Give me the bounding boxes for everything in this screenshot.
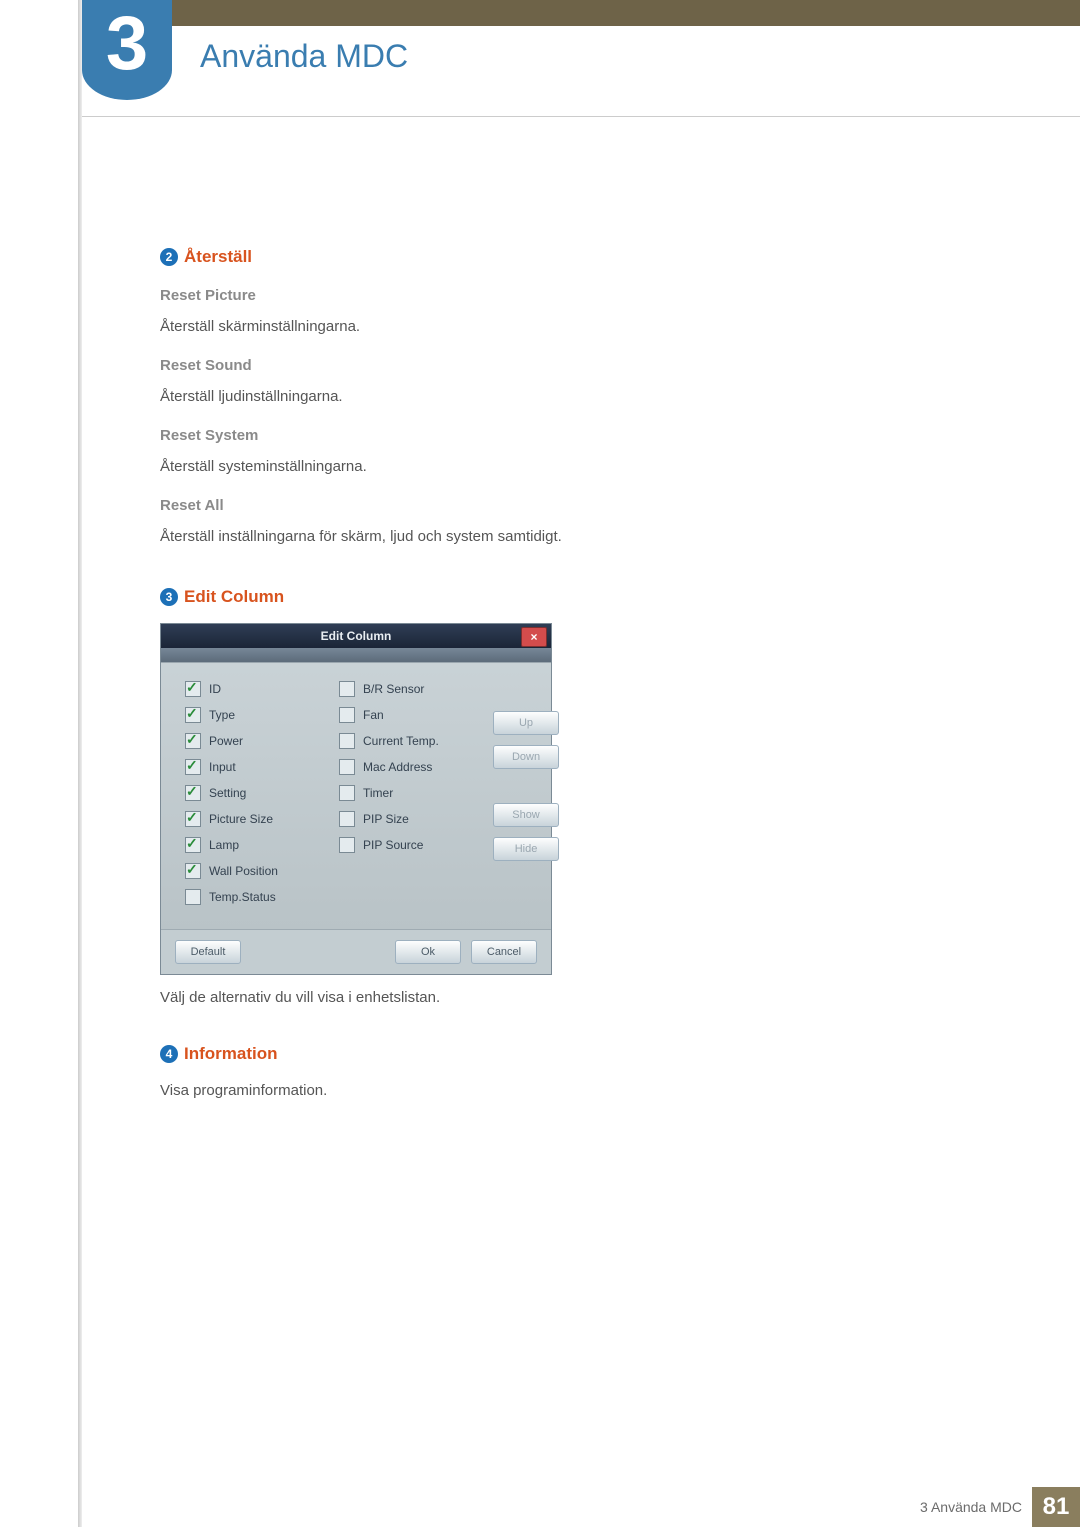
page-number: 81 [1032,1487,1080,1527]
chk-label: Current Temp. [363,734,439,748]
chk-label: PIP Size [363,812,409,826]
chk-picture-size[interactable]: Picture Size [185,811,315,827]
section-edit-title: Edit Column [184,587,284,607]
chk-label: Lamp [209,838,239,852]
chk-label: Timer [363,786,393,800]
chk-label: PIP Source [363,838,423,852]
left-margin-rule [78,0,82,1527]
cancel-button[interactable]: Cancel [471,940,537,964]
checkbox-icon [339,707,355,723]
checkbox-col-2: B/R Sensor Fan Current Temp. Mac Address… [339,681,469,905]
chk-pip-size[interactable]: PIP Size [339,811,469,827]
chk-temp-status[interactable]: Temp.Status [185,889,315,905]
reset-picture-h: Reset Picture [160,287,960,304]
reset-system-p: Återställ systeminställningarna. [160,456,960,477]
checkbox-icon [185,759,201,775]
chk-label: Wall Position [209,864,278,878]
reset-sound-h: Reset Sound [160,357,960,374]
checkbox-icon [339,785,355,801]
chk-type[interactable]: Type [185,707,315,723]
reset-sound-p: Återställ ljudinställningarna. [160,386,960,407]
chk-input[interactable]: Input [185,759,315,775]
chk-label: Fan [363,708,384,722]
badge-2: 2 [160,248,178,266]
chk-label: Mac Address [363,760,432,774]
chk-label: Type [209,708,235,722]
dialog-body: ID Type Power Input Setting Picture Size… [161,663,551,929]
badge-4: 4 [160,1045,178,1063]
section-info-head: 4 Information [160,1044,960,1064]
chk-lamp[interactable]: Lamp [185,837,315,853]
chk-mac-address[interactable]: Mac Address [339,759,469,775]
section-info-p: Visa programinformation. [160,1080,960,1101]
top-color-bar [82,0,1080,26]
chk-timer[interactable]: Timer [339,785,469,801]
chk-power[interactable]: Power [185,733,315,749]
hide-button[interactable]: Hide [493,837,559,861]
checkbox-icon [185,863,201,879]
chk-label: Power [209,734,243,748]
reset-picture-p: Återställ skärminställningarna. [160,316,960,337]
chk-label: Input [209,760,236,774]
chk-fan[interactable]: Fan [339,707,469,723]
checkbox-icon [339,811,355,827]
reset-all-h: Reset All [160,497,960,514]
checkbox-icon [339,733,355,749]
page-footer: 3 Använda MDC 81 [82,1487,1080,1527]
checkbox-icon [185,681,201,697]
checkbox-col-1: ID Type Power Input Setting Picture Size… [185,681,315,905]
reset-system-h: Reset System [160,427,960,444]
chk-label: Picture Size [209,812,273,826]
dialog-side-buttons: Up Down Show Hide [493,681,563,905]
chk-wall-position[interactable]: Wall Position [185,863,315,879]
chk-pip-source[interactable]: PIP Source [339,837,469,853]
section-info-title: Information [184,1044,278,1064]
chapter-number: 3 [82,0,172,88]
chapter-header: 3 Använda MDC [82,26,1080,117]
show-button[interactable]: Show [493,803,559,827]
checkbox-icon [339,759,355,775]
badge-3: 3 [160,588,178,606]
chapter-title: Använda MDC [200,38,408,75]
checkbox-icon [185,811,201,827]
checkbox-icon [339,837,355,853]
up-button[interactable]: Up [493,711,559,735]
default-button[interactable]: Default [175,940,241,964]
chk-id[interactable]: ID [185,681,315,697]
dialog-titlebar: Edit Column × [161,624,551,648]
checkbox-icon [185,889,201,905]
chk-label: Temp.Status [209,890,276,904]
close-button[interactable]: × [521,627,547,647]
chk-setting[interactable]: Setting [185,785,315,801]
chk-label: Setting [209,786,246,800]
dialog-footer: Default Ok Cancel [161,929,551,974]
checkbox-icon [339,681,355,697]
reset-all-p: Återställ inställningarna för skärm, lju… [160,526,960,547]
checkbox-icon [185,733,201,749]
ok-button[interactable]: Ok [395,940,461,964]
dialog-subbar [161,648,551,663]
dialog-title: Edit Column [321,629,392,643]
section-reset-head: 2 Återställ [160,247,960,267]
chk-current-temp[interactable]: Current Temp. [339,733,469,749]
down-button[interactable]: Down [493,745,559,769]
section-edit-head: 3 Edit Column [160,587,960,607]
content-area: 2 Återställ Reset Picture Återställ skär… [160,117,960,1101]
checkbox-icon [185,837,201,853]
chk-br-sensor[interactable]: B/R Sensor [339,681,469,697]
checkbox-icon [185,785,201,801]
section-reset-title: Återställ [184,247,252,267]
footer-label: 3 Använda MDC [920,1499,1022,1515]
chk-label: B/R Sensor [363,682,424,696]
edit-column-caption: Välj de alternativ du vill visa i enhets… [160,987,960,1008]
edit-column-dialog: Edit Column × ID Type Power Input Settin… [160,623,552,975]
chk-label: ID [209,682,221,696]
checkbox-icon [185,707,201,723]
